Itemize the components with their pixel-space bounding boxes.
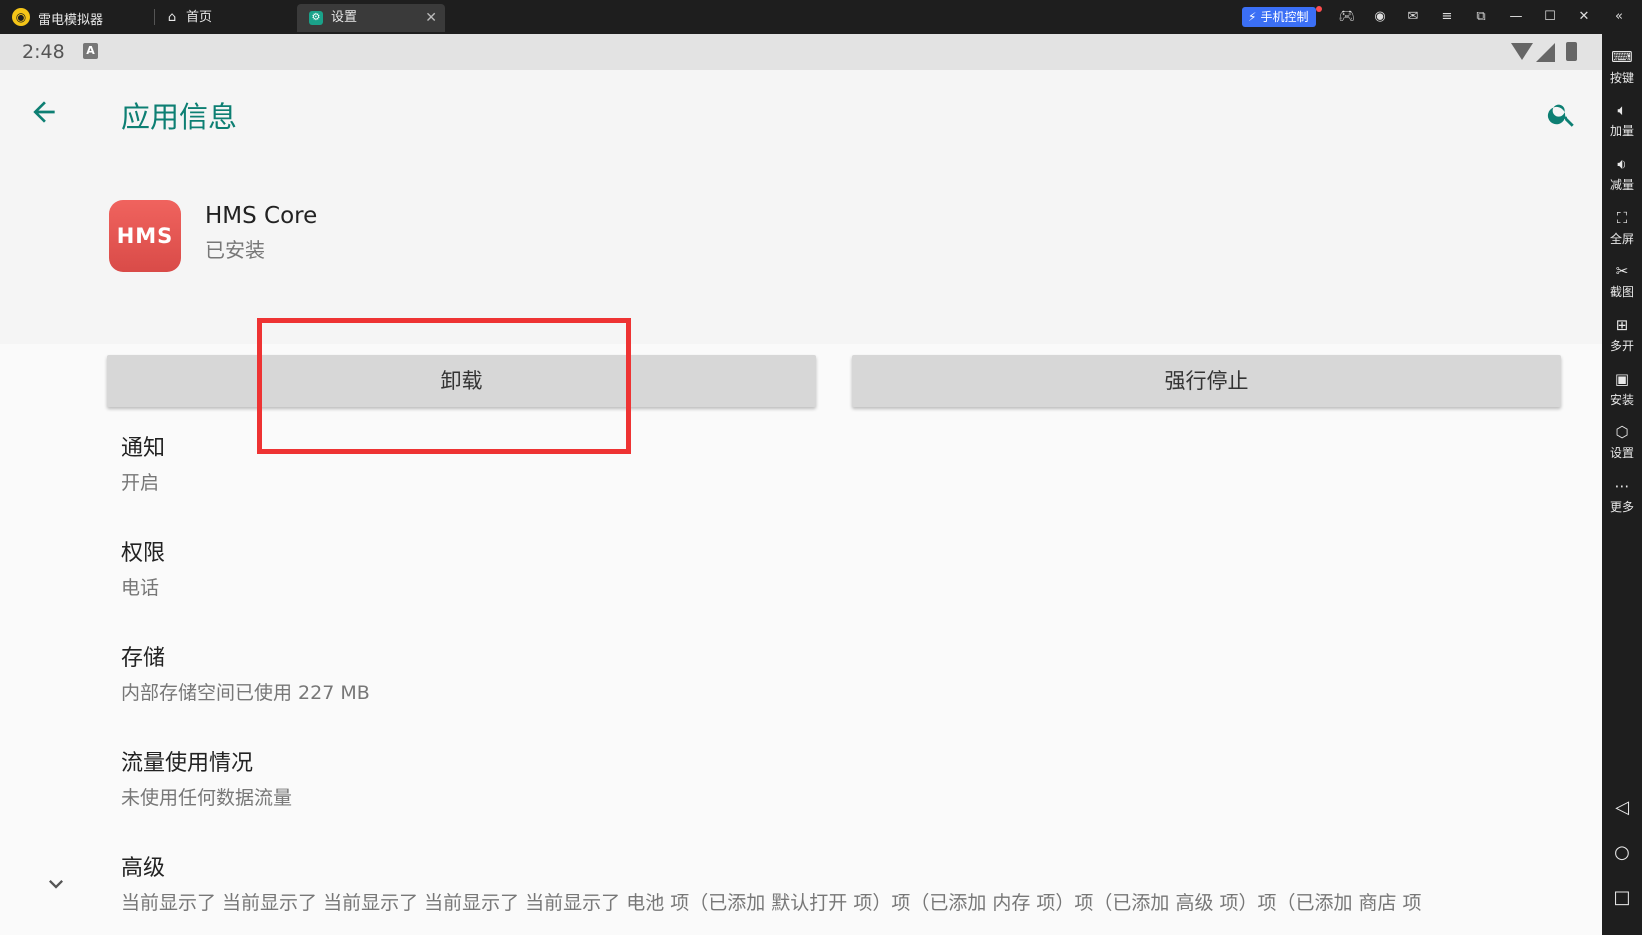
scissors-icon: ✂ (1615, 262, 1629, 280)
pref-summary: 未使用任何数据流量 (121, 787, 293, 809)
sidebar-item-volume-down[interactable]: 🔉︎ 减量 (1602, 155, 1642, 193)
sidebar-item-settings[interactable]: ⬡ 设置 (1602, 423, 1642, 461)
keyboard-icon: ⌨ (1611, 48, 1633, 66)
maximize-icon[interactable]: ☐ (1539, 6, 1561, 28)
gamepad-icon[interactable]: 🎮︎ (1336, 6, 1358, 28)
pref-title: 存储 (121, 646, 166, 671)
phone-control-label: 手机控制 (1260, 10, 1309, 24)
emulator-logo-icon: ◉ (12, 8, 30, 26)
home-icon: ⌂ (167, 10, 177, 25)
tab-close-icon[interactable]: ✕ (425, 4, 437, 32)
sidebar-item-fullscreen[interactable]: ⛶ 全屏 (1602, 209, 1642, 247)
bolt-icon: ⚡ (1248, 10, 1257, 24)
phone-control-button[interactable]: ⚡ 手机控制 (1242, 7, 1317, 27)
tab-settings[interactable]: ⚙ 设置 ✕ (297, 4, 445, 32)
sidebar-item-label: 按键 (1609, 71, 1634, 85)
recents-square-icon[interactable]: □ (1602, 887, 1642, 908)
sidebar-item-label: 设置 (1609, 446, 1634, 460)
sidebar-item-install[interactable]: ▣ 安装 (1602, 370, 1642, 408)
collapse-icon[interactable]: « (1608, 6, 1630, 28)
menu-icon[interactable]: ≡ (1436, 6, 1458, 28)
pref-summary: 开启 (121, 472, 160, 494)
restore-icon[interactable]: ⧉ (1470, 6, 1492, 28)
user-icon[interactable]: ◉ (1369, 6, 1391, 28)
sidebar-item-volume-up[interactable]: 🔈︎ 加量 (1602, 101, 1642, 139)
sidebar-item-more[interactable]: ⋯ 更多 (1602, 477, 1642, 515)
gear-icon: ⚙ (309, 11, 323, 25)
volume-up-icon: 🔈︎ (1617, 101, 1627, 119)
battery-icon (1566, 42, 1577, 61)
pref-permissions[interactable]: 权限 电话 (121, 535, 165, 600)
page-title: 应用信息 (121, 100, 238, 134)
force-stop-button[interactable]: 强行停止 (852, 355, 1561, 407)
pref-summary: 内部存储空间已使用 227 MB (121, 682, 370, 704)
chevron-down-icon[interactable] (42, 870, 70, 898)
app-name: HMS Core (205, 203, 318, 229)
search-icon[interactable] (1546, 98, 1578, 130)
android-screen: 2:48 A 应用信息 HMS HMS Core 已安装 卸载 强行停止 通知 … (0, 34, 1602, 935)
notification-a-icon: A (83, 43, 98, 59)
tab-home[interactable]: ⌂ 首页 (164, 4, 212, 32)
tab-home-label: 首页 (186, 10, 213, 25)
back-arrow-icon[interactable] (28, 96, 60, 128)
status-bar: 2:48 A (0, 34, 1602, 70)
pref-data-usage[interactable]: 流量使用情况 未使用任何数据流量 (121, 745, 292, 810)
settings-icon: ⬡ (1615, 423, 1629, 441)
sidebar-item-label: 更多 (1609, 500, 1634, 514)
sidebar-item-label: 加量 (1609, 124, 1634, 138)
sidebar-item-multi[interactable]: ⊞ 多开 (1602, 316, 1642, 354)
close-icon[interactable]: ✕ (1573, 6, 1595, 28)
back-triangle-icon[interactable]: ◁ (1602, 797, 1642, 818)
wifi-icon (1511, 43, 1533, 60)
pref-title: 通知 (121, 436, 166, 461)
volume-down-icon: 🔉︎ (1617, 155, 1627, 173)
highlight-box (257, 318, 631, 454)
pref-summary: 电话 (121, 577, 160, 599)
pref-title: 权限 (121, 541, 166, 566)
pref-advanced[interactable]: 高级 当前显示了 当前显示了 当前显示了 当前显示了 当前显示了 电池 项（已添… (121, 850, 1422, 915)
apk-icon: ▣ (1614, 370, 1630, 388)
more-icon: ⋯ (1614, 477, 1630, 495)
pref-notifications[interactable]: 通知 开启 (121, 430, 165, 495)
app-bar (0, 70, 1602, 152)
tab-settings-label: 设置 (331, 10, 358, 25)
sidebar-item-label: 多开 (1609, 339, 1634, 353)
sidebar-item-keys[interactable]: ⌨ 按键 (1602, 48, 1642, 86)
app-install-status: 已安装 (205, 238, 265, 262)
home-circle-icon[interactable]: ○ (1602, 842, 1642, 863)
sidebar-item-label: 截图 (1609, 285, 1634, 299)
hms-core-icon: HMS (109, 200, 181, 272)
fullscreen-icon: ⛶ (1616, 209, 1628, 227)
multi-window-icon: ⊞ (1615, 316, 1629, 334)
pref-storage[interactable]: 存储 内部存储空间已使用 227 MB (121, 640, 370, 705)
tab-divider (154, 9, 155, 25)
signal-icon (1536, 43, 1555, 62)
pref-title: 流量使用情况 (121, 751, 254, 776)
sidebar-item-label: 减量 (1609, 178, 1634, 192)
notification-dot (1316, 6, 1322, 12)
pref-summary: 当前显示了 当前显示了 当前显示了 当前显示了 当前显示了 电池 项（已添加 默… (121, 892, 1422, 914)
emulator-sidebar: ⌨ 按键 🔈︎ 加量 🔉︎ 减量 ⛶ 全屏 ✂ 截图 ⊞ 多开 ▣ 安装 ⬡ 设… (1602, 34, 1642, 935)
sidebar-item-label: 安装 (1609, 393, 1634, 407)
mail-icon[interactable]: ✉ (1402, 6, 1424, 28)
sidebar-item-screenshot[interactable]: ✂ 截图 (1602, 262, 1642, 300)
minimize-icon[interactable]: — (1505, 6, 1527, 28)
sidebar-item-label: 全屏 (1609, 232, 1634, 246)
pref-title: 高级 (121, 856, 166, 881)
emulator-title-bar: ◉ 雷电模拟器 ⌂ 首页 ⚙ 设置 ✕ ⚡ 手机控制 🎮︎ ◉ ✉ ≡ ⧉ — ☐ … (0, 0, 1642, 34)
status-time: 2:48 (22, 41, 65, 63)
emulator-app-name: 雷电模拟器 (38, 13, 104, 28)
